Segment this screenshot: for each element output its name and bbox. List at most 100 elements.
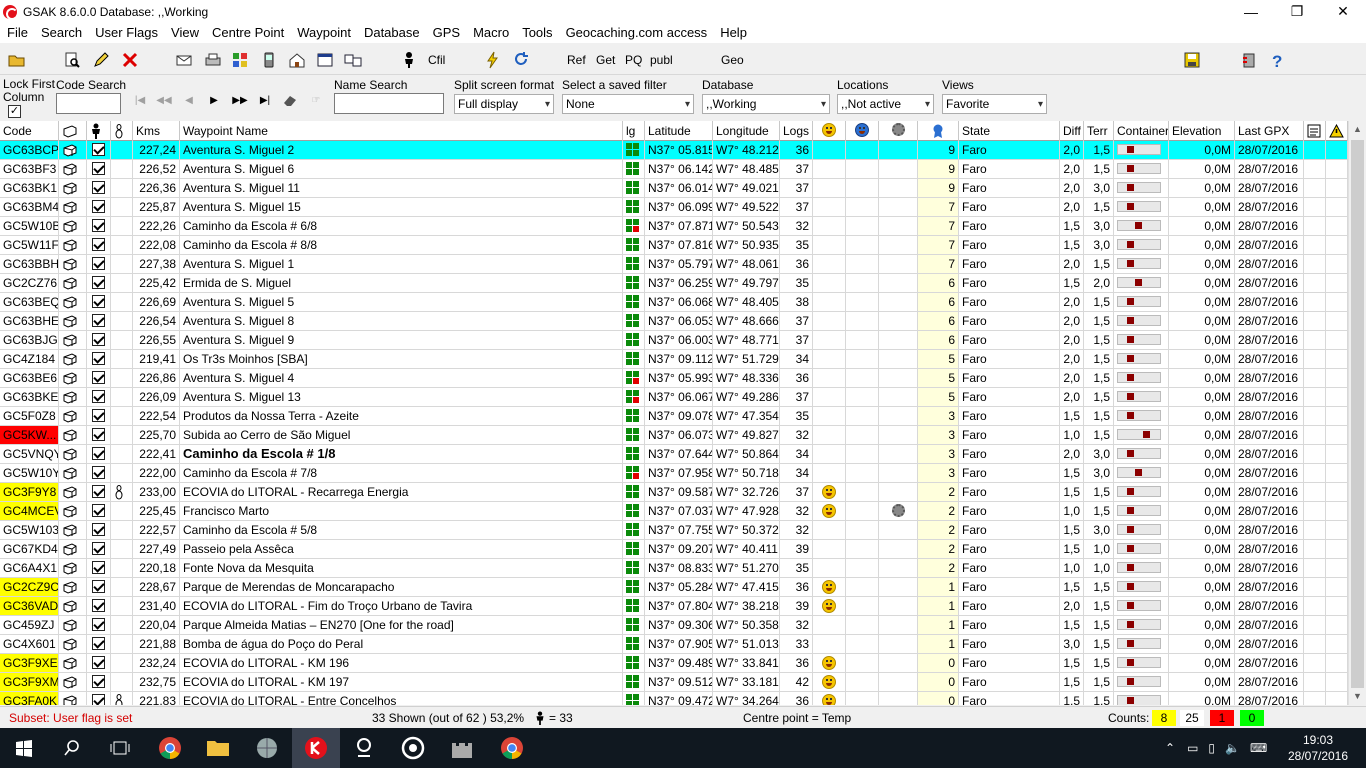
- user-flag-checkbox[interactable]: [87, 179, 111, 198]
- col-warning[interactable]: [1326, 121, 1348, 141]
- print-button[interactable]: [204, 51, 222, 69]
- user-flag-checkbox[interactable]: [87, 483, 111, 502]
- user-flag-checkbox[interactable]: [87, 369, 111, 388]
- table-row[interactable]: GC67KD4 227,49 Passeio pela Assêca N37° 09.…: [0, 540, 1348, 559]
- app-taskbar-button-3[interactable]: [389, 728, 437, 768]
- menu-help[interactable]: Help: [713, 23, 753, 43]
- table-row[interactable]: GC2CZ9C 228,67 Parque de Merendas de Monca…: [0, 578, 1348, 597]
- col-elevation[interactable]: Elevation: [1169, 121, 1235, 141]
- scroll-up-icon[interactable]: ▲: [1349, 121, 1366, 138]
- user-flag-checkbox[interactable]: [87, 521, 111, 540]
- col-user-flag[interactable]: [87, 121, 111, 141]
- edit-button[interactable]: [92, 51, 110, 69]
- explorer-taskbar-button[interactable]: [194, 728, 242, 768]
- col-terr[interactable]: Terr: [1084, 121, 1114, 141]
- col-lg[interactable]: lg: [623, 121, 645, 141]
- table-row[interactable]: GC63BHE 226,54 Aventura S. Miguel 8 N37° 06…: [0, 312, 1348, 331]
- user-flag-checkbox[interactable]: [87, 236, 111, 255]
- user-flag-checkbox[interactable]: [87, 407, 111, 426]
- table-row[interactable]: GC63BE6 226,86 Aventura S. Miguel 4 N37° 05…: [0, 369, 1348, 388]
- close-button[interactable]: ✕: [1320, 0, 1366, 23]
- table-row[interactable]: GC5W10Y 222,00 Caminho da Escola # 7/8 N37°…: [0, 464, 1348, 483]
- user-flag-checkbox[interactable]: [87, 540, 111, 559]
- window-button[interactable]: [316, 51, 334, 69]
- menu-centre-point[interactable]: Centre Point: [205, 23, 290, 43]
- user-flag-checkbox[interactable]: [87, 597, 111, 616]
- gsak-taskbar-button[interactable]: [292, 728, 340, 768]
- table-row[interactable]: GC5W11F 222,08 Caminho da Escola # 8/8 N37°…: [0, 236, 1348, 255]
- user-flag-checkbox[interactable]: [87, 616, 111, 635]
- name-search-input[interactable]: [334, 93, 444, 114]
- scroll-down-icon[interactable]: ▼: [1349, 688, 1366, 705]
- menu-user-flags[interactable]: User Flags: [88, 23, 164, 43]
- col-travel-bug[interactable]: [111, 121, 133, 141]
- user-flag-checkbox[interactable]: [87, 464, 111, 483]
- table-row[interactable]: GC63BCP 227,24 Aventura S. Miguel 2 N37° 05…: [0, 141, 1348, 160]
- table-row[interactable]: GC4X601 221,88 Bomba de água do Poço do Pe…: [0, 635, 1348, 654]
- col-maintenance[interactable]: [879, 121, 918, 141]
- refresh-button[interactable]: [512, 51, 530, 69]
- user-flag-checkbox[interactable]: [87, 331, 111, 350]
- col-logs[interactable]: Logs: [780, 121, 813, 141]
- last-record-button[interactable]: ▶|: [253, 93, 277, 109]
- user-flag-checkbox[interactable]: [87, 217, 111, 236]
- app-taskbar-button-2[interactable]: [340, 728, 388, 768]
- user-flag-checkbox[interactable]: [87, 141, 111, 160]
- table-row[interactable]: GC63BEQ 226,69 Aventura S. Miguel 5 N37° 06…: [0, 293, 1348, 312]
- table-row[interactable]: GC5W10B 222,26 Caminho da Escola # 6/8 N37°…: [0, 217, 1348, 236]
- user-flag-checkbox[interactable]: [87, 255, 111, 274]
- user-flag-checkbox[interactable]: [87, 350, 111, 369]
- col-favorites[interactable]: [918, 121, 959, 141]
- col-diff[interactable]: Diff: [1060, 121, 1084, 141]
- first-record-button[interactable]: |◀: [128, 93, 152, 109]
- split-view-button[interactable]: [344, 51, 362, 69]
- col-latitude[interactable]: Latitude: [645, 121, 713, 141]
- chrome-taskbar-button-2[interactable]: [488, 728, 536, 768]
- col-cache-type[interactable]: [59, 121, 87, 141]
- menu-geocaching-access[interactable]: Geocaching.com access: [559, 23, 714, 43]
- start-button[interactable]: [0, 728, 48, 768]
- database-select[interactable]: ,,Working ▾: [702, 94, 830, 114]
- locations-select[interactable]: ,,Not active ▾: [837, 94, 934, 114]
- table-row[interactable]: GC63BKE 226,09 Aventura S. Miguel 13 N37° 0…: [0, 388, 1348, 407]
- table-row[interactable]: GC5W103 222,57 Caminho da Escola # 5/8 N37°…: [0, 521, 1348, 540]
- menu-tools[interactable]: Tools: [515, 23, 558, 43]
- col-last-gpx[interactable]: Last GPX: [1235, 121, 1304, 141]
- minimize-button[interactable]: —: [1228, 0, 1274, 23]
- chrome-taskbar-button[interactable]: [146, 728, 194, 768]
- lightning-button[interactable]: [484, 51, 502, 69]
- user-flag-checkbox[interactable]: [87, 654, 111, 673]
- table-row[interactable]: GC4MCEV 225,45 Francisco Marto N37° 07.037 W…: [0, 502, 1348, 521]
- user-flag-checkbox[interactable]: [87, 559, 111, 578]
- table-row[interactable]: GC5VNQY 222,41 Caminho da Escola # 1/8 N37°…: [0, 445, 1348, 464]
- table-row[interactable]: GC2CZ76 225,42 Ermida de S. Miguel N37° 06.…: [0, 274, 1348, 293]
- preview-button[interactable]: [63, 51, 81, 69]
- task-view-button[interactable]: [96, 728, 144, 768]
- code-search-input[interactable]: [56, 93, 121, 114]
- table-row[interactable]: GC5KW... 225,70 Subida ao Cerro de São Mig…: [0, 426, 1348, 445]
- publ-button[interactable]: publ: [650, 51, 673, 69]
- menu-waypoint[interactable]: Waypoint: [290, 23, 357, 43]
- email-button[interactable]: [175, 51, 193, 69]
- cfil-button[interactable]: Cfil: [428, 51, 445, 69]
- macro-button[interactable]: [1240, 51, 1258, 69]
- col-smile[interactable]: [813, 121, 846, 141]
- table-row[interactable]: GC3F9XE 232,24 ECOVIA do LITORAL - KM 196 N…: [0, 654, 1348, 673]
- battery-icon[interactable]: ▯: [1208, 741, 1215, 755]
- table-row[interactable]: GC6A4X1 220,18 Fonte Nova da Mesquita N37° …: [0, 559, 1348, 578]
- menu-view[interactable]: View: [164, 23, 205, 43]
- volume-icon[interactable]: 🔈: [1225, 741, 1240, 755]
- get-button[interactable]: Get: [596, 51, 615, 69]
- table-row[interactable]: GC36VAD 231,40 ECOVIA do LITORAL - Fim do …: [0, 597, 1348, 616]
- next-record-button[interactable]: ▶: [202, 93, 226, 109]
- user-flag-checkbox[interactable]: [87, 578, 111, 597]
- user-flag-checkbox[interactable]: [87, 274, 111, 293]
- col-frown[interactable]: [846, 121, 879, 141]
- table-row[interactable]: GC5F0Z8 222,54 Produtos da Nossa Terra - A…: [0, 407, 1348, 426]
- user-filter-button[interactable]: [400, 51, 418, 69]
- next-page-button[interactable]: ▶▶: [228, 93, 252, 109]
- menu-gps[interactable]: GPS: [426, 23, 466, 43]
- network-icon[interactable]: ▭: [1187, 741, 1198, 755]
- col-longitude[interactable]: Longitude: [713, 121, 780, 141]
- eraser-button[interactable]: [278, 93, 302, 109]
